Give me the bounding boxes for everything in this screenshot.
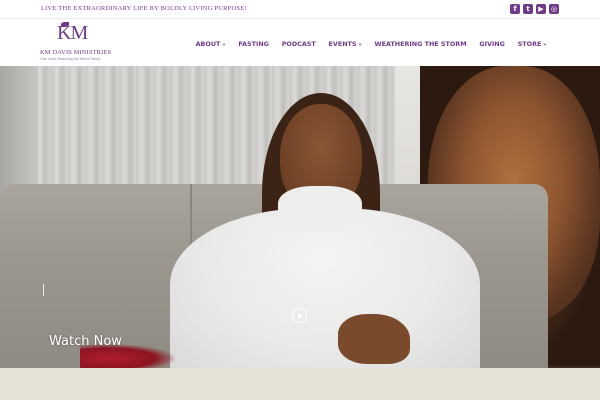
facebook-icon[interactable]: f [510, 4, 520, 14]
logo-monogram: KM [57, 22, 88, 44]
nav-podcast[interactable]: PODCAST [275, 40, 322, 48]
logo-name: KM DAVIS MINISTRIES [40, 49, 112, 56]
speaker-sweater [170, 208, 480, 368]
speaker-hand [338, 314, 410, 364]
hero-video-banner[interactable]: Watch Now [0, 66, 600, 368]
nav-weathering-the-storm[interactable]: WEATHERING THE STORM [368, 40, 473, 48]
page-section-divider [0, 368, 600, 400]
site-logo[interactable]: KM KM DAVIS MINISTRIES One Voice Reachin… [40, 22, 112, 64]
logo-subtitle: One Voice Reaching the Whole World [40, 57, 101, 61]
chevron-down-icon: » [543, 42, 547, 48]
site-header: KM KM DAVIS MINISTRIES One Voice Reachin… [0, 19, 600, 66]
nav-fasting[interactable]: FASTING [232, 40, 275, 48]
slider-indicator[interactable] [43, 284, 44, 296]
social-links: f t ▶ ◎ [510, 4, 559, 14]
nav-store[interactable]: STORE» [511, 40, 553, 48]
watch-now-link[interactable]: Watch Now [49, 334, 122, 349]
main-nav: ABOUT» FASTING PODCAST EVENTS» WEATHERIN… [189, 40, 553, 48]
top-bar: LIVE THE EXTRAORDINARY LIFE BY BOLDLY LI… [0, 0, 600, 19]
nav-about[interactable]: ABOUT» [189, 40, 232, 48]
speaker-collar [278, 186, 362, 230]
youtube-icon[interactable]: ▶ [536, 4, 546, 14]
chevron-down-icon: » [358, 42, 362, 48]
site-tagline: LIVE THE EXTRAORDINARY LIFE BY BOLDLY LI… [41, 5, 247, 12]
chevron-down-icon: » [222, 42, 226, 48]
nav-events[interactable]: EVENTS» [322, 40, 368, 48]
instagram-icon[interactable]: ◎ [549, 4, 559, 14]
nav-giving[interactable]: GIVING [473, 40, 511, 48]
twitter-icon[interactable]: t [523, 4, 533, 14]
play-icon[interactable] [292, 308, 307, 323]
